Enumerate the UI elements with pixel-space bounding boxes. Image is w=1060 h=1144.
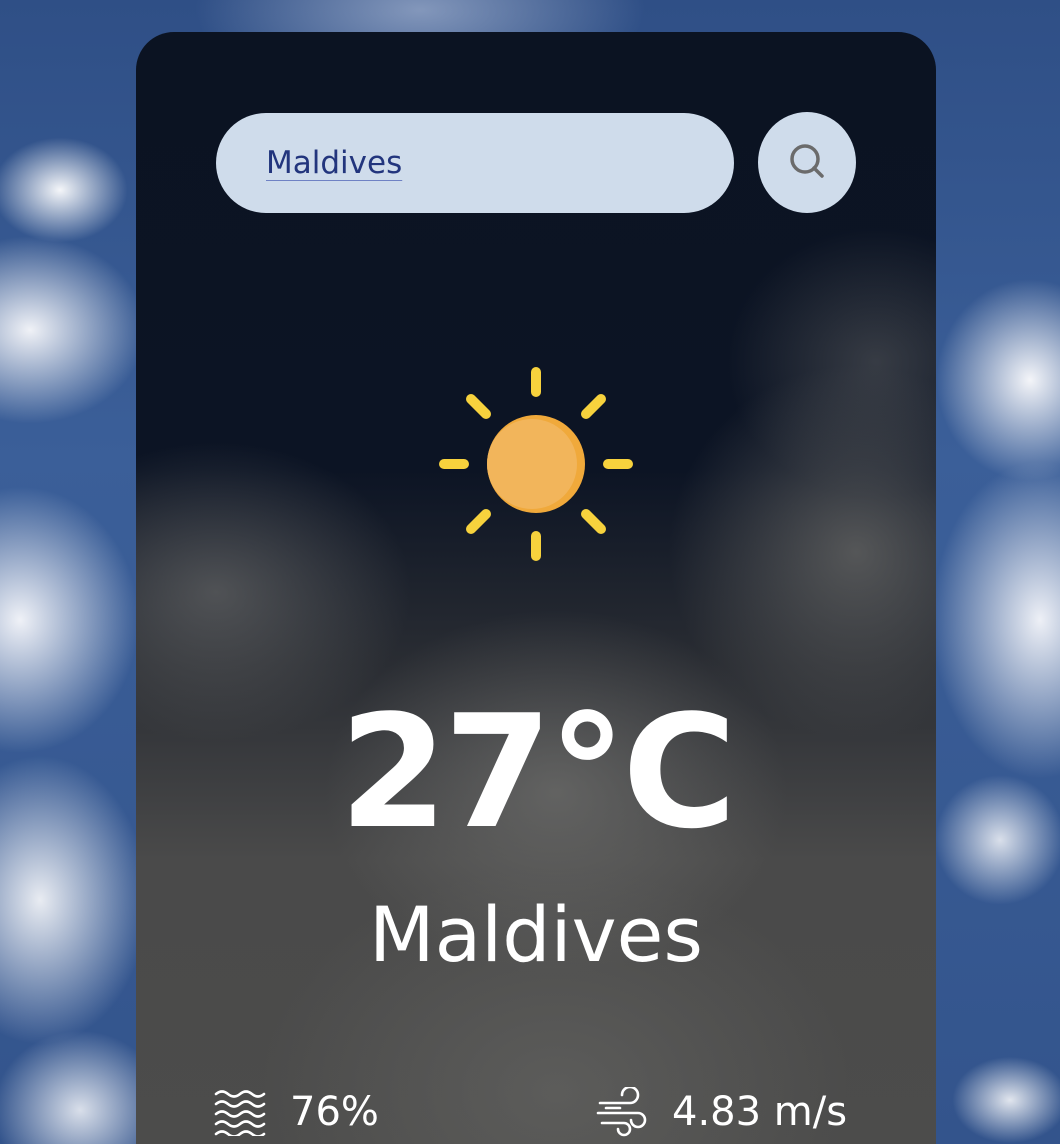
city-name: Maldives [369, 890, 703, 979]
sun-icon [436, 364, 636, 564]
humidity-value: 76% [290, 1089, 379, 1135]
search-icon [787, 141, 827, 185]
wind-stat: 4.83 m/s [596, 1082, 847, 1142]
search-button[interactable] [758, 112, 856, 213]
humidity-icon [214, 1088, 268, 1136]
wind-icon [596, 1087, 650, 1137]
weather-card: 27°C Maldives 76% [136, 32, 936, 1144]
humidity-stat: 76% [214, 1082, 379, 1142]
search-bar [216, 113, 734, 213]
wind-value: 4.83 m/s [672, 1089, 848, 1135]
temperature: 27°C [339, 681, 737, 863]
search-input[interactable] [266, 145, 686, 181]
